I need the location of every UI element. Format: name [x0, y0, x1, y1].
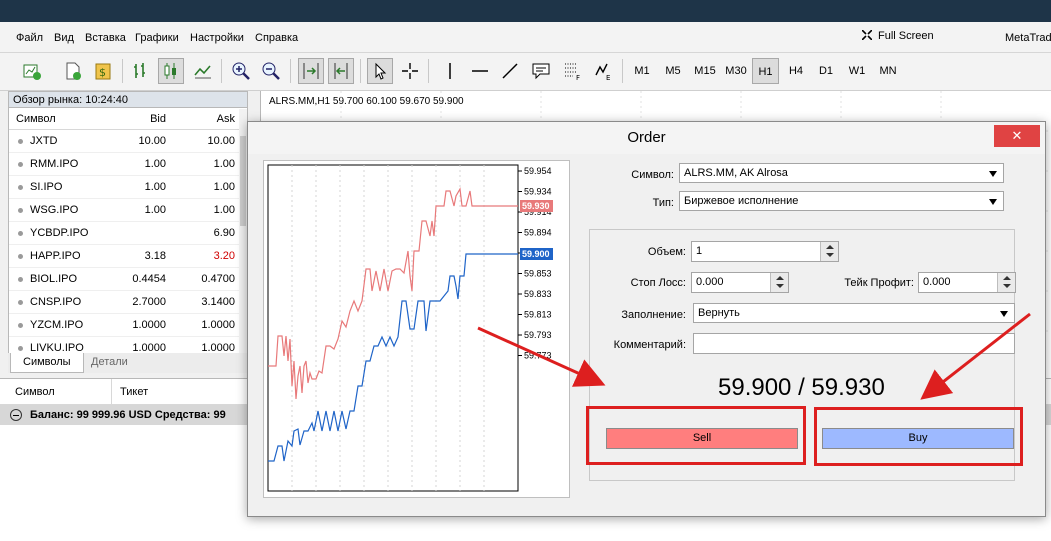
- arrow-to-buy: [920, 312, 1031, 400]
- annotation-arrows: [477, 312, 1031, 400]
- arrow-to-sell: [477, 326, 606, 387]
